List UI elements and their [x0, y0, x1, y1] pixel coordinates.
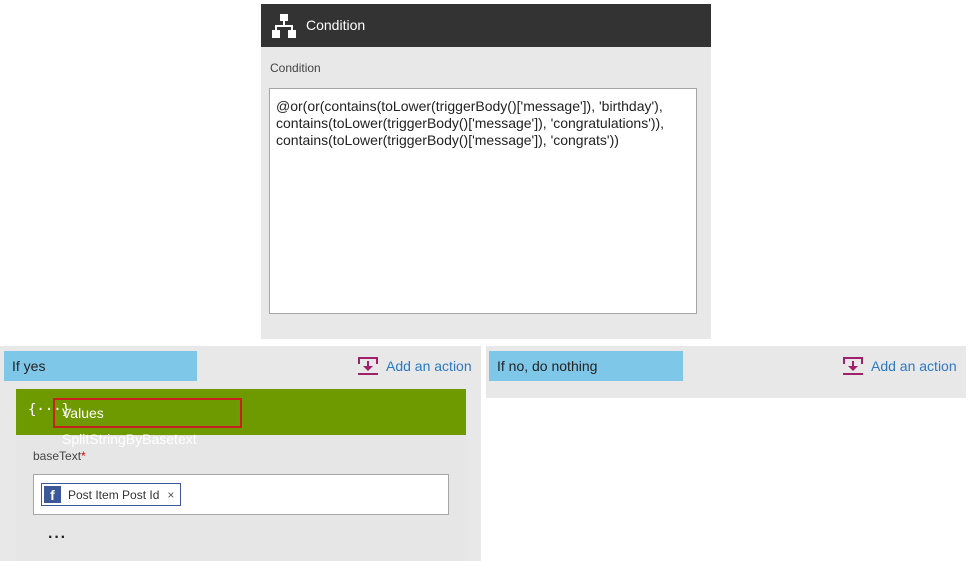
token-remove-icon[interactable]: × — [167, 488, 174, 502]
no-add-action-button[interactable]: Add an action — [843, 355, 957, 377]
if-no-label: If no, do nothing — [489, 351, 683, 381]
condition-header[interactable]: Condition — [261, 4, 711, 47]
if-no-branch: If no, do nothing Add an action — [486, 346, 966, 398]
add-action-icon — [358, 357, 378, 375]
more-options-icon[interactable]: ··· — [48, 529, 67, 547]
token-label: Post Item Post Id — [68, 487, 160, 502]
facebook-icon: f — [44, 486, 61, 503]
condition-card: Condition Condition @or(or(contains(toLo… — [261, 4, 711, 339]
action-card: {···} Values SplitStringByBasetext baseT… — [16, 389, 466, 561]
basetext-label: baseText* — [33, 449, 86, 463]
add-action-icon — [843, 357, 863, 375]
expression-line: contains(toLower(triggerBody()['message'… — [276, 115, 665, 131]
condition-title: Condition — [306, 17, 366, 33]
if-yes-label: If yes — [4, 351, 197, 381]
expression-line: @or(or(contains(toLower(triggerBody()['m… — [276, 98, 663, 114]
yes-add-action-button[interactable]: Add an action — [358, 355, 472, 377]
action-title[interactable]: Values SplitStringByBasetext — [53, 398, 242, 447]
basetext-input[interactable]: f Post Item Post Id × — [33, 474, 449, 515]
required-marker: * — [81, 449, 86, 463]
if-yes-branch: If yes Add an action {···} Values SplitS… — [0, 346, 481, 561]
condition-field-label: Condition — [270, 61, 321, 75]
dynamic-content-token[interactable]: f Post Item Post Id × — [41, 483, 182, 506]
add-action-label: Add an action — [386, 358, 472, 374]
basetext-label-text: baseText — [33, 449, 82, 463]
add-action-label: Add an action — [871, 358, 957, 374]
expression-line: contains(toLower(triggerBody()['message'… — [276, 132, 619, 148]
condition-expression-field[interactable]: @or(or(contains(toLower(triggerBody()['m… — [269, 88, 697, 314]
condition-tree-icon — [271, 13, 297, 39]
action-header[interactable]: {···} Values SplitStringByBasetext — [16, 389, 466, 447]
